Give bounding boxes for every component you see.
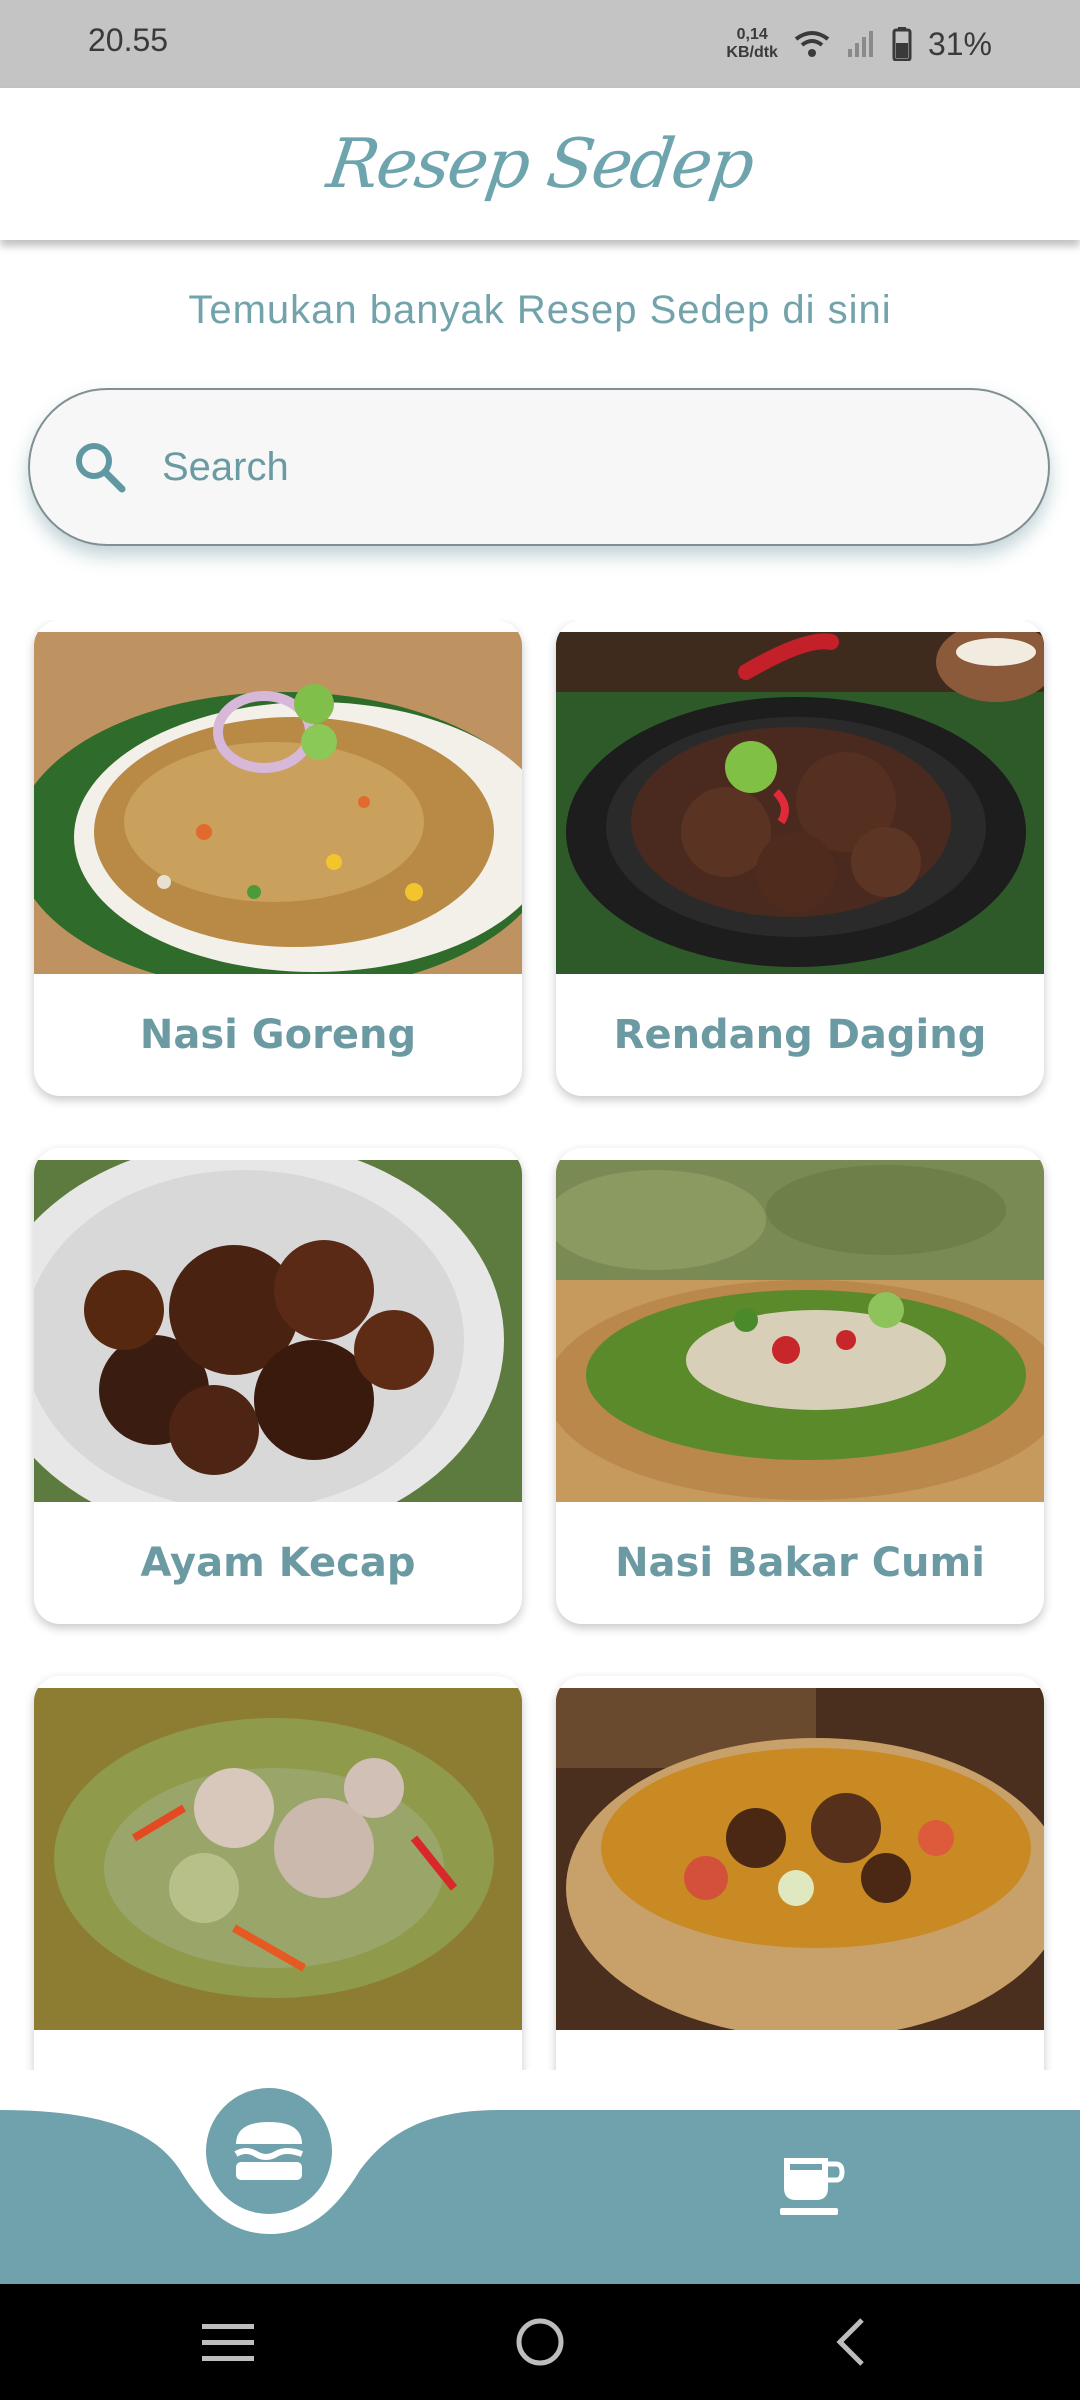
recipe-title [556,2030,1044,2070]
recipe-grid: Nasi Goreng Rendang Daging Ayam Kecap Na… [0,620,1080,2070]
nav-drinks-button[interactable] [778,2150,846,2218]
burger-icon [234,2122,304,2180]
search-icon [76,443,126,493]
app-title: Resep Sedep [322,124,758,204]
recipe-card-rendang-daging[interactable]: Rendang Daging [556,620,1044,1096]
battery-icon [892,27,912,61]
status-time: 20.55 [88,22,169,58]
recipe-card-5[interactable] [34,1676,522,2070]
search-bar[interactable] [28,388,1050,546]
recipe-image [34,1688,522,2030]
recipe-image [556,1688,1044,2030]
wifi-icon [794,31,830,57]
network-speed-unit: KB/dtk [726,44,778,61]
recipe-card-nasi-bakar-cumi[interactable]: Nasi Bakar Cumi [556,1148,1044,1624]
recipe-title: Rendang Daging [613,1012,987,1058]
system-navigation-bar [0,2284,1080,2400]
recipe-image [556,1160,1044,1502]
recipe-title: Ayam Kecap [140,1540,416,1586]
coffee-icon [780,2158,845,2215]
page-subtitle: Temukan banyak Resep Sedep di sini [188,288,892,332]
recipe-image [34,632,522,974]
recipe-title [34,2030,522,2070]
search-input[interactable] [160,443,964,491]
home-icon[interactable] [514,2316,566,2368]
recipe-title: Nasi Bakar Cumi [615,1540,985,1586]
bottom-navigation [0,2110,1080,2284]
status-icons: 0,14 KB/dtk 31% [726,18,992,70]
recipe-card-6[interactable] [556,1676,1044,2070]
recipe-card-nasi-goreng[interactable]: Nasi Goreng [34,620,522,1096]
recipe-title: Nasi Goreng [139,1012,417,1058]
recipe-card-ayam-kecap[interactable]: Ayam Kecap [34,1148,522,1624]
recipe-image [556,632,1044,974]
signal-icon [847,31,873,57]
battery-percent: 31% [927,25,992,62]
network-speed-value: 0,14 [736,26,768,43]
nav-recipes-button[interactable] [206,2088,332,2214]
network-speed: 0,14 KB/dtk [726,26,778,62]
back-icon[interactable] [830,2316,870,2368]
status-bar: 20.55 0,14 KB/dtk 31% [0,0,1080,88]
app-bar: Resep Sedep [0,88,1080,240]
recipe-image [34,1160,522,1502]
recent-apps-icon[interactable] [202,2320,254,2364]
